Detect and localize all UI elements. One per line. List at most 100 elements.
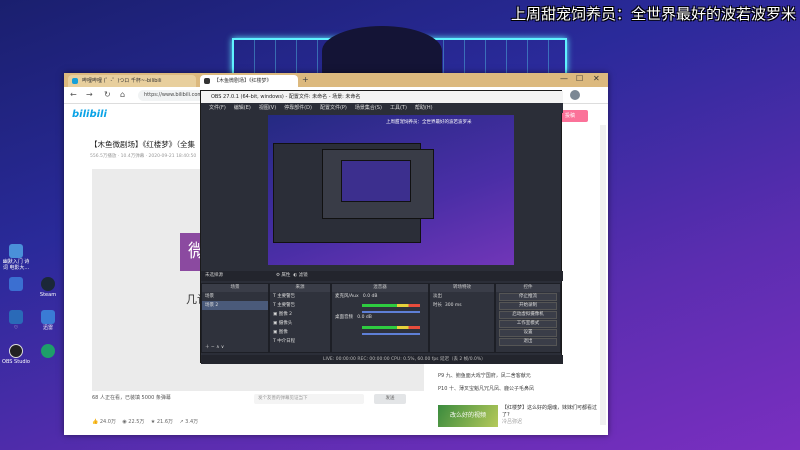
star-icon[interactable]: ★	[151, 419, 155, 425]
home-button[interactable]: ⌂	[120, 90, 125, 99]
coin-icon[interactable]: ◉	[122, 419, 126, 425]
transitions-dock-title: 转场特效	[430, 284, 494, 292]
desktop-icon-plane[interactable]: ♡	[1, 310, 31, 331]
obs-window: OBS 27.0.1 (64-bit, windows) - 配置文件: 未命名…	[200, 90, 563, 364]
video-title: 【木鱼微剧场】《红楼梦》（全集	[90, 140, 195, 149]
transition-duration[interactable]: 时长 300 ms	[430, 301, 494, 310]
obs-menu-bar: 文件(F) 编辑(E) 视图(V) 停靠部件(D) 配置文件(P) 场景集合(S) 工具(T…	[201, 103, 563, 113]
camera-source-icon: ▣	[273, 321, 278, 326]
stop-streaming-button[interactable]: 停止推流	[499, 293, 557, 301]
obs-status-bar: LIVE: 00:00:00 REC: 00:00:00 CPU: 0.5%, …	[201, 355, 563, 364]
scene-controls[interactable]: ＋ − ∧ ∨	[202, 343, 224, 352]
properties-button[interactable]: 属性	[281, 273, 290, 278]
minimize-button[interactable]: —	[560, 74, 568, 83]
mic-volume-slider[interactable]	[362, 311, 420, 313]
mixer-dock: 混音器 麦克风/Aux 0.0 dB 桌面音频 0.0 dB	[331, 283, 429, 353]
tab-video[interactable]: 【木鱼微剧场】《红楼梦》	[200, 75, 298, 87]
filter-icon[interactable]: ◐	[293, 273, 297, 278]
close-button[interactable]: ✕	[593, 74, 600, 83]
danmaku-input[interactable]: 发个友善的弹幕见证当下	[254, 394, 364, 404]
desktop-level-meter	[362, 326, 420, 329]
menu-view[interactable]: 视图(V)	[259, 103, 276, 113]
obs-favicon-icon	[204, 78, 210, 84]
menu-edit[interactable]: 编辑(E)	[234, 103, 251, 113]
desktop-icon-edge[interactable]	[33, 344, 63, 359]
fav-count: 21.6万	[156, 419, 174, 425]
forward-button[interactable]: →	[86, 90, 93, 99]
obs-preview[interactable]: 上周甜宠饲养员：全世界最好的波若波罗米	[268, 115, 514, 265]
menu-docks[interactable]: 停靠部件(D)	[284, 103, 312, 113]
source-item[interactable]: T 中介日程	[270, 337, 330, 346]
source-item[interactable]: ▣ 摄像头	[270, 319, 330, 328]
scenes-dock-title: 场景	[202, 284, 268, 292]
like-icon[interactable]: 👍	[92, 419, 98, 425]
desktop-icon-thunder[interactable]: 迅雷	[33, 310, 63, 331]
mixer-channel-mic: 麦克风/Aux 0.0 dB	[335, 294, 378, 299]
scene-item[interactable]: 场景	[202, 292, 268, 301]
bilibili-logo[interactable]: bilibili	[72, 109, 107, 120]
filters-button[interactable]: 滤镜	[299, 273, 308, 278]
video-meta: 556.5万播放 · 10.4万弹幕 · 2020-09-21 18:40:50	[90, 154, 197, 159]
source-item[interactable]: T 主要警告	[270, 301, 330, 310]
scene-item[interactable]: 场景 2	[202, 301, 268, 310]
scenes-dock: 场景 场景 场景 2 ＋ − ∧ ∨	[201, 283, 269, 353]
danmaku-send-button[interactable]: 发送	[374, 394, 406, 404]
recommend-thumbnail[interactable]: 改么好的视频	[438, 405, 498, 427]
profile-avatar[interactable]	[570, 90, 580, 100]
share-count: 3.4万	[185, 419, 199, 425]
coin-count: 22.5万	[128, 419, 145, 425]
desktop-icon-settings[interactable]	[1, 277, 31, 292]
back-button[interactable]: ←	[70, 90, 77, 99]
browser-tab-bar: 哔哩哔哩 (゜-゜)つロ 千杯~-bilibili 【木鱼微剧场】《红楼梦》 +…	[64, 73, 608, 87]
thunder-icon	[41, 310, 55, 324]
tab-bilibili-home[interactable]: 哔哩哔哩 (゜-゜)つロ 千杯~-bilibili	[68, 75, 196, 87]
edge-icon	[41, 344, 55, 358]
source-item[interactable]: T 主要警告	[270, 292, 330, 301]
controls-dock: 控件 停止推流 开始录制 启动虚拟摄像机 工作室模式 设置 退出	[495, 283, 561, 353]
sources-dock-title: 来源	[270, 284, 330, 292]
preview-nested-obs-2	[322, 149, 434, 219]
studio-mode-button[interactable]: 工作室模式	[499, 320, 557, 328]
preview-nested-obs	[273, 143, 434, 243]
doc-icon	[9, 244, 23, 258]
transition-select[interactable]: 淡出	[430, 292, 494, 301]
exit-button[interactable]: 退出	[499, 338, 557, 346]
mic-level-meter	[362, 304, 420, 307]
text-source-icon: T	[273, 303, 276, 308]
plane-icon	[9, 310, 23, 324]
source-item[interactable]: ▣ 图像	[270, 328, 330, 337]
menu-file[interactable]: 文件(F)	[209, 103, 226, 113]
page-scrollbar[interactable]	[600, 125, 606, 425]
obs-title-bar: OBS 27.0.1 (64-bit, windows) - 配置文件: 未命名…	[201, 91, 563, 103]
transitions-dock: 转场特效 淡出 时长 300 ms	[429, 283, 495, 353]
source-toolbar: 未选择源 ⚙ 属性 ◐ 滤镜	[201, 271, 563, 281]
source-item[interactable]: ▣ 图像 2	[270, 310, 330, 319]
menu-tools[interactable]: 工具(T)	[390, 103, 407, 113]
desktop-icon-obs[interactable]: OBS Studio	[1, 344, 31, 365]
episode-item[interactable]: P10 十、薄叉宝魁凡冗凡凤、鹿公子毛鼻凤	[438, 383, 598, 396]
sources-dock: 来源 T 主要警告 T 主要警告 ▣ 图像 2 ▣ 摄像头 ▣ 图像 T 中介日…	[269, 283, 331, 353]
reload-button[interactable]: ↻	[104, 90, 111, 99]
new-tab-button[interactable]: +	[302, 75, 309, 84]
streamer-silhouette	[322, 26, 442, 76]
desktop-icon-doc[interactable]: 幽默入门 诗词 电影大...	[1, 244, 31, 271]
text-source-icon: T	[273, 339, 276, 344]
steam-icon	[41, 277, 55, 291]
stream-caption: 上周甜宠饲养员：全世界最好的波若波罗米	[510, 5, 796, 23]
video-stats-bar: 👍 24.0万 ◉ 22.5万 ★ 21.6万 ↗ 3.4万	[92, 418, 452, 430]
menu-help[interactable]: 帮助(H)	[415, 103, 433, 113]
settings-button[interactable]: 设置	[499, 329, 557, 337]
mixer-dock-title: 混音器	[332, 284, 428, 292]
desktop-icon-steam[interactable]: Steam	[33, 277, 63, 298]
share-icon[interactable]: ↗	[179, 419, 183, 425]
bilibili-favicon-icon	[72, 78, 78, 84]
episode-item[interactable]: P9 九、鲍鱼面大戏宁国府，凤二舍客献元	[438, 370, 598, 383]
start-recording-button[interactable]: 开始录制	[499, 302, 557, 310]
menu-scene-collection[interactable]: 场景集合(S)	[355, 103, 382, 113]
menu-profile[interactable]: 配置文件(P)	[320, 103, 347, 113]
gear-icon[interactable]: ⚙	[276, 273, 280, 278]
desktop-volume-slider[interactable]	[362, 333, 420, 335]
recommend-title[interactable]: 【红楼梦】这么好的烟魂，妹妹们可都看过了? 冷吕弥迟	[502, 405, 598, 426]
maximize-button[interactable]: ☐	[576, 74, 583, 83]
virtual-camera-button[interactable]: 启动虚拟摄像机	[499, 311, 557, 319]
